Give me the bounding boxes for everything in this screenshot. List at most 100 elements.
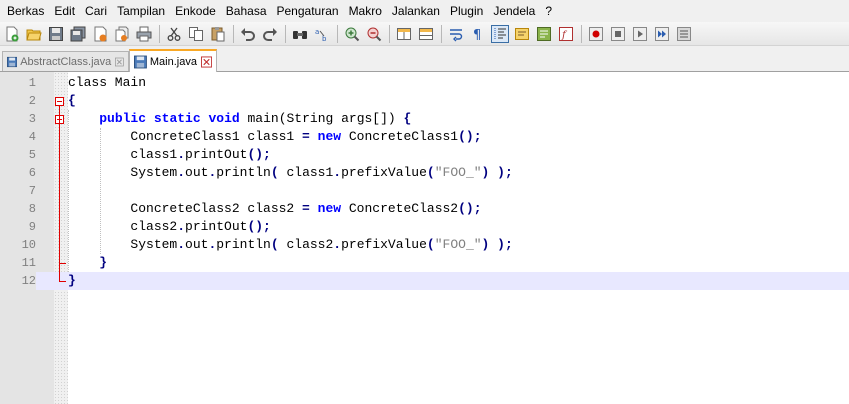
code-text: ConcreteClass1 class1 = new ConcreteClas…	[68, 128, 481, 146]
menu-pengaturan[interactable]: Pengaturan	[272, 0, 344, 22]
code-token: void	[208, 111, 240, 126]
redo-button[interactable]	[261, 25, 279, 43]
code-token: out	[185, 165, 209, 180]
code-token: new	[317, 201, 342, 216]
fold-toggle[interactable]	[55, 97, 64, 106]
line-number: 6	[28, 166, 36, 180]
tab-abstractclass-java[interactable]: AbstractClass.java	[2, 51, 129, 72]
line-number: 5	[28, 148, 36, 162]
saved-file-icon	[7, 56, 18, 68]
menu-bahasa[interactable]: Bahasa	[221, 0, 272, 22]
replace-icon: ab	[315, 28, 327, 42]
paste-button[interactable]	[209, 25, 227, 43]
close-tab-icon[interactable]	[200, 55, 212, 68]
play-multiple-button[interactable]	[653, 25, 671, 43]
record-macro-icon	[589, 26, 603, 41]
close-icon	[94, 26, 107, 41]
menu-bar: Berkas Edit Cari Tampilan Enkode Bahasa Pengat…	[0, 0, 849, 22]
close-tab-icon[interactable]	[115, 56, 124, 68]
code-token: "FOO_"	[434, 165, 482, 180]
udl-button[interactable]	[513, 25, 531, 43]
code-token: ();	[247, 147, 271, 162]
code-token: (	[270, 237, 279, 252]
code-token: ();	[247, 219, 271, 234]
menu-tampilan[interactable]: Tampilan	[112, 0, 170, 22]
tab-main-java[interactable]: Main.java	[129, 49, 217, 72]
record-macro-button[interactable]	[587, 25, 605, 43]
stop-record-icon	[611, 26, 625, 41]
menu-makro[interactable]: Makro	[344, 0, 387, 22]
svg-text:b: b	[322, 35, 327, 42]
code-token: printOut	[185, 147, 248, 162]
code-token: .	[177, 237, 186, 252]
code-token: "FOO_"	[434, 237, 482, 252]
code-token: System	[68, 237, 178, 252]
code-line: 3 public static void main(String args[])…	[0, 110, 849, 128]
menu-cari[interactable]: Cari	[80, 0, 112, 22]
code-line: 4 ConcreteClass1 class1 = new ConcreteCl…	[0, 128, 849, 146]
sync-horizontal-button[interactable]	[417, 25, 435, 43]
menu-jendela[interactable]: Jendela	[488, 0, 540, 22]
menu-edit[interactable]: Edit	[49, 0, 80, 22]
cut-button[interactable]	[165, 25, 183, 43]
code-token: (	[426, 165, 435, 180]
code-text: ConcreteClass2 class2 = new ConcreteClas…	[68, 200, 481, 218]
find-button[interactable]	[291, 25, 309, 43]
tab-label: AbstractClass.java	[20, 56, 112, 68]
line-number: 7	[28, 184, 36, 198]
menu-enkode[interactable]: Enkode	[170, 0, 221, 22]
code-token: {	[403, 111, 412, 126]
code-token: ConcreteClass2 class2	[68, 201, 303, 216]
code-token: class2	[278, 237, 334, 252]
code-token: =	[302, 129, 310, 144]
print-button[interactable]	[135, 25, 153, 43]
undo-button[interactable]	[239, 25, 257, 43]
code-token: }	[99, 255, 108, 270]
zoom-out-button[interactable]	[365, 25, 383, 43]
save-button[interactable]	[47, 25, 65, 43]
play-multiple-icon	[655, 26, 669, 41]
copy-button[interactable]	[187, 25, 205, 43]
play-macro-button[interactable]	[631, 25, 649, 43]
sync-vertical-button[interactable]	[395, 25, 413, 43]
close-all-button[interactable]	[113, 25, 131, 43]
close-all-icon	[115, 26, 129, 41]
code-token: println	[216, 165, 271, 180]
line-number: 2	[28, 94, 36, 108]
sync-horizontal-icon	[419, 27, 433, 40]
line-number: 10	[21, 238, 36, 252]
line-number: 4	[28, 130, 36, 144]
save-all-button[interactable]	[69, 25, 87, 43]
code-text: }	[68, 272, 76, 290]
code-token: .	[177, 147, 186, 162]
menu-jalankan[interactable]: Jalankan	[387, 0, 445, 22]
indent-guide	[100, 128, 101, 254]
menu-berkas[interactable]: Berkas	[0, 0, 49, 22]
indent-guide-button[interactable]	[491, 24, 509, 43]
stop-record-button[interactable]	[609, 25, 627, 43]
code-token: public	[99, 111, 147, 126]
code-token: out	[185, 237, 209, 252]
save-macro-button[interactable]	[675, 25, 693, 43]
function-list-button[interactable]: f	[557, 25, 575, 43]
saved-file-icon	[134, 55, 147, 68]
zoom-in-button[interactable]	[343, 25, 361, 43]
menu-plugin[interactable]: Plugin	[445, 0, 488, 22]
show-all-chars-button[interactable]: ¶	[469, 25, 487, 43]
save-macro-icon	[677, 26, 691, 41]
toolbar-separator	[285, 24, 286, 43]
code-editor[interactable]: 1 class Main 2{3 public static void main(S…	[0, 72, 849, 404]
toolbar-separator	[581, 24, 582, 43]
code-token: .	[333, 237, 342, 252]
replace-button[interactable]: ab	[313, 25, 331, 43]
play-macro-icon	[633, 26, 647, 41]
open-file-button[interactable]	[25, 25, 43, 43]
menu-help[interactable]: ?	[540, 0, 557, 22]
svg-text:¶: ¶	[473, 28, 481, 42]
new-file-button[interactable]	[3, 25, 21, 43]
word-wrap-button[interactable]	[447, 25, 465, 43]
doc-map-button[interactable]	[535, 25, 553, 43]
close-button[interactable]	[91, 25, 109, 43]
